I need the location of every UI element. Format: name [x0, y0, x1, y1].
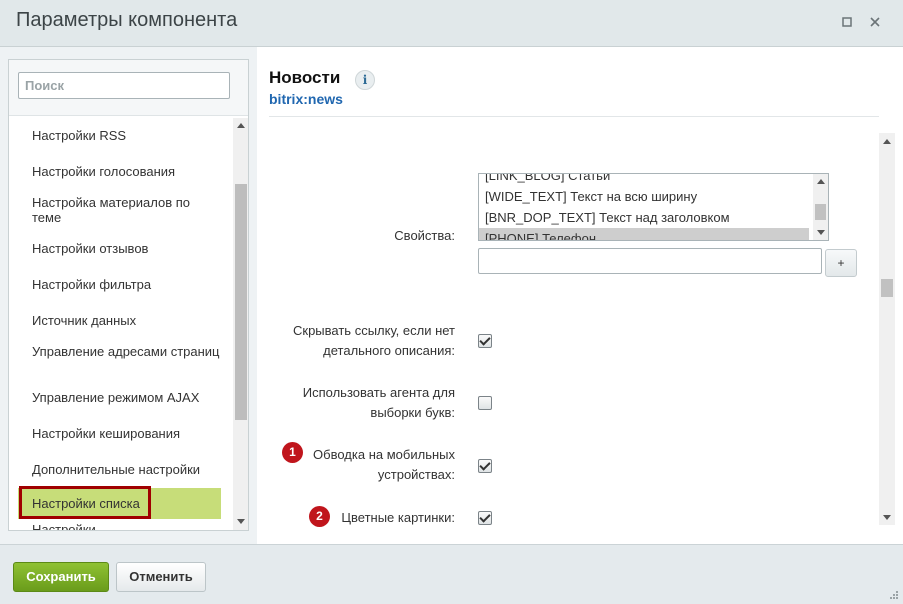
property-input[interactable] — [478, 248, 822, 274]
window-titlebar: Параметры компонента — [0, 0, 903, 47]
hide-link-checkbox[interactable] — [478, 334, 492, 348]
listbox-scroll-thumb[interactable] — [815, 204, 826, 220]
sidebar-item-rss[interactable]: Настройки RSS — [32, 128, 222, 143]
minimize-icon[interactable] — [839, 14, 855, 30]
list-option[interactable]: [WIDE_TEXT] Текст на всю ширину — [479, 186, 809, 207]
scroll-up-icon[interactable] — [237, 123, 245, 128]
sidebar-item-list-settings[interactable]: Настройки списка — [18, 488, 221, 519]
sidebar-item-additional[interactable]: Дополнительные настройки — [32, 462, 222, 477]
resize-grip-icon[interactable] — [888, 589, 898, 599]
use-agent-label-line1: Использовать агента для — [302, 385, 455, 400]
list-option[interactable]: [BNR_DOP_TEXT] Текст над заголовком — [479, 207, 809, 228]
scroll-up-icon[interactable] — [817, 179, 825, 184]
use-agent-checkbox[interactable] — [478, 396, 492, 410]
hide-link-label-line1: Скрывать ссылку, если нет — [293, 323, 455, 338]
use-agent-label-line2: выборки букв: — [370, 405, 455, 420]
properties-label: Свойства: — [394, 228, 455, 243]
component-code: bitrix:news — [269, 91, 343, 107]
main-scroll-thumb[interactable] — [881, 279, 893, 297]
component-title: Новости — [269, 68, 341, 87]
add-property-button[interactable]: + — [825, 249, 857, 277]
save-button[interactable]: Сохранить — [13, 562, 109, 592]
sidebar-scrollbar[interactable] — [233, 118, 248, 530]
component-settings-pane: Новости i bitrix:news Свойства: [LINK_BL… — [257, 47, 903, 544]
sidebar-item-filter[interactable]: Настройки фильтра — [32, 277, 222, 292]
scroll-up-icon[interactable] — [883, 139, 891, 144]
sidebar-item-data-source[interactable]: Источник данных — [32, 313, 222, 328]
scroll-down-icon[interactable] — [237, 519, 245, 524]
header-divider — [269, 116, 879, 117]
list-option-selected[interactable]: [PHONE] Телефон — [479, 228, 809, 240]
sidebar-item-ajax[interactable]: Управление режимом AJAX — [32, 390, 222, 405]
mobile-border-checkbox[interactable] — [478, 459, 492, 473]
scroll-down-icon[interactable] — [883, 515, 891, 520]
sidebar-scroll-thumb[interactable] — [235, 184, 247, 420]
color-images-checkbox[interactable] — [478, 511, 492, 525]
sidebar-item-reviews[interactable]: Настройки отзывов — [32, 241, 222, 256]
mobile-border-label-line2: устройствах: — [377, 467, 455, 482]
hide-link-label-line2: детального описания: — [323, 343, 455, 358]
mobile-border-label: Обводка на мобильных устройствах: — [257, 445, 455, 485]
info-icon[interactable]: i — [355, 70, 375, 90]
list-option[interactable]: [LINK_BLOG] Статьи — [479, 174, 809, 186]
sidebar-item-cache[interactable]: Настройки кеширования — [32, 426, 222, 441]
sidebar-item-related[interactable]: Настройка материалов по теме — [32, 195, 222, 225]
dialog-footer: Сохранить Отменить — [0, 544, 903, 604]
window-title: Параметры компонента — [16, 9, 238, 31]
sidebar-item-urls[interactable]: Управление адресами страниц — [32, 344, 222, 359]
sections-sidebar: Настройки RSS Настройки голосования Наст… — [8, 59, 249, 531]
hide-link-label: Скрывать ссылку, если нет детального опи… — [257, 321, 455, 361]
color-images-label: Цветные картинки: — [341, 510, 455, 525]
close-icon[interactable] — [867, 14, 883, 30]
use-agent-label: Использовать агента для выборки букв: — [257, 383, 455, 423]
scroll-down-icon[interactable] — [817, 230, 825, 235]
mobile-border-label-line1: Обводка на мобильных — [313, 447, 455, 462]
cancel-button[interactable]: Отменить — [116, 562, 206, 592]
sidebar-item-voting[interactable]: Настройки голосования — [32, 164, 222, 179]
sidebar-search-area — [9, 60, 248, 116]
search-input[interactable] — [18, 72, 230, 99]
main-scrollbar[interactable] — [879, 133, 895, 525]
sidebar-list: Настройки RSS Настройки голосования Наст… — [9, 118, 233, 530]
properties-listbox[interactable]: [LINK_BLOG] Статьи [WIDE_TEXT] Текст на … — [478, 173, 829, 241]
listbox-scrollbar[interactable] — [813, 174, 828, 240]
sidebar-item-settings[interactable]: Настройки — [32, 522, 222, 530]
